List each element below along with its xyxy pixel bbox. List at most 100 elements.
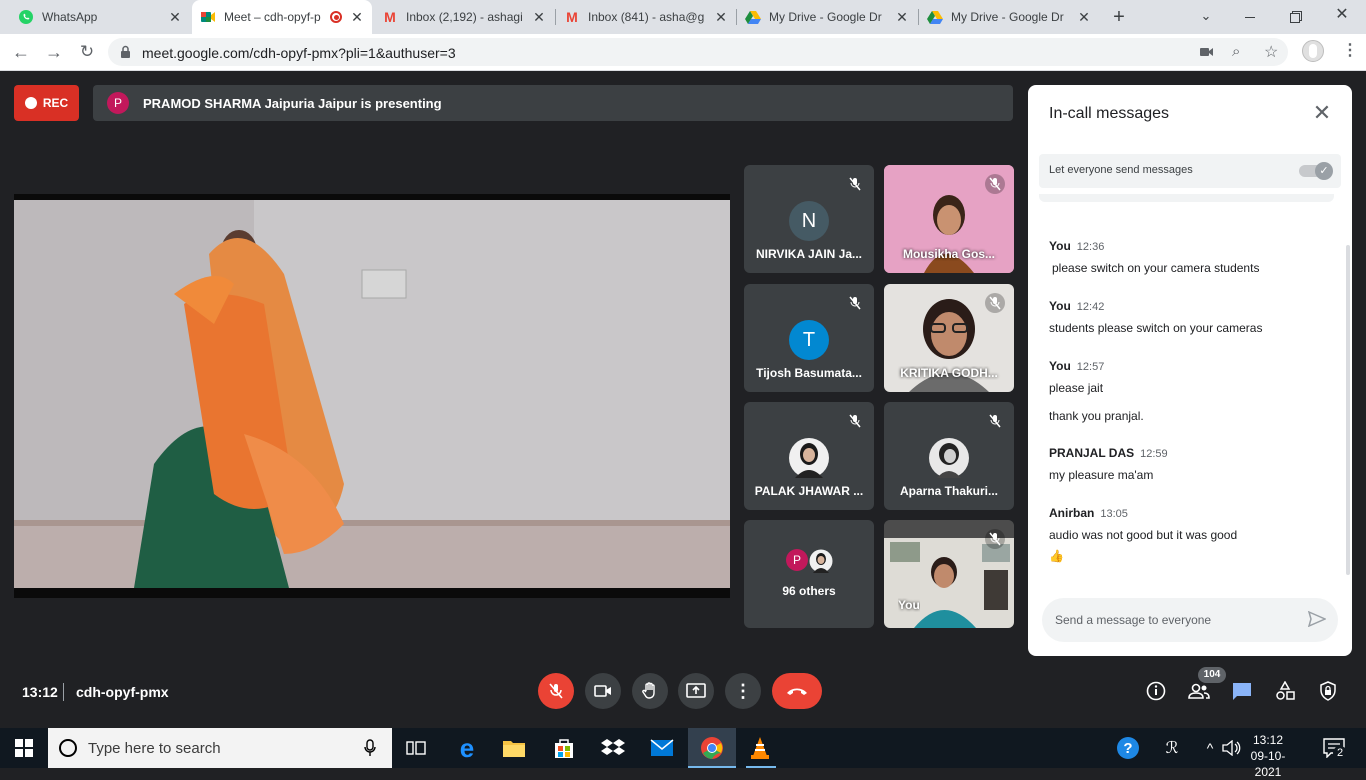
drive-icon [927,9,943,25]
message-text: audio was not good but it was good [1049,528,1238,542]
restore-icon[interactable] [1286,7,1306,27]
check-icon: ✓ [1315,162,1333,180]
tab-drive-2[interactable]: My Drive - Google Dr ✕ [919,0,1099,34]
tab-drive-1[interactable]: My Drive - Google Dr ✕ [737,0,917,34]
participant-tile[interactable]: KRITIKA GODH... [884,284,1014,392]
present-screen-button[interactable] [678,673,714,709]
task-view-icon[interactable] [402,734,430,762]
message-input[interactable]: Send a message to everyone [1042,598,1338,642]
participant-avatar [929,438,969,478]
call-end-icon [787,688,807,695]
more-vert-icon: ⋮ [734,680,752,701]
activities-button[interactable] [1273,679,1297,703]
participant-tile[interactable]: T Tijosh Basumata... [744,284,874,392]
microphone-off-button[interactable] [538,673,574,709]
shapes-icon [1276,681,1295,700]
meeting-code: cdh-opyf-pmx [76,684,169,700]
tab-title: My Drive - Google Dr [951,10,1064,24]
close-tab-icon[interactable]: ✕ [1077,9,1091,26]
recording-badge[interactable]: REC [14,85,79,121]
close-tab-icon[interactable]: ✕ [532,9,546,26]
message-sender: Anirban [1049,506,1095,520]
camera-button[interactable] [585,673,621,709]
zoom-icon[interactable]: ⌕ [1232,43,1240,60]
participant-tile[interactable]: Mousikha Gos... [884,165,1014,273]
menu-kebab-icon[interactable]: ⋮ [1342,42,1358,62]
notification-count-badge: 2 [1333,746,1347,760]
minimize-icon[interactable] [1240,7,1260,27]
info-icon [1146,681,1166,701]
message-text: thank you pranjal. [1049,409,1144,423]
forward-arrow-icon[interactable]: → [44,42,64,62]
tab-title: WhatsApp [42,10,98,24]
message-time: 12:36 [1076,241,1105,253]
chrome-icon[interactable] [698,734,726,762]
more-options-button[interactable]: ⋮ [725,673,761,709]
let-everyone-toggle[interactable]: ✓ [1299,162,1333,180]
browser-tab-strip: WhatsApp ✕ Meet – cdh-opyf-p ✕ M Inbox (… [0,0,1366,34]
svg-text:?: ? [1123,740,1132,757]
address-bar-row: ← → ↻ meet.google.com/cdh-opyf-pmx?pli=1… [0,34,1366,71]
videocam-icon [594,685,611,697]
chat-message: 👍 [1049,543,1329,563]
chat-scrollbar[interactable] [1346,245,1350,575]
volume-icon[interactable] [1218,734,1246,762]
hand-icon [642,682,655,699]
tab-search-icon[interactable]: ⌄ [1196,6,1216,26]
windows-start-icon[interactable] [10,734,38,762]
help-icon[interactable]: ? [1114,734,1142,762]
divider [63,683,64,701]
whatsapp-icon [18,9,34,25]
people-pen-icon[interactable]: ℛ [1158,734,1186,762]
back-arrow-icon[interactable]: ← [11,42,31,62]
vlc-icon[interactable] [746,734,774,762]
camera-in-use-icon[interactable] [1200,45,1214,63]
microphone-icon[interactable] [364,739,376,757]
omnibox[interactable]: meet.google.com/cdh-opyf-pmx?pli=1&authu… [108,38,1288,66]
edge-icon[interactable]: e [453,733,481,763]
file-explorer-icon[interactable] [500,734,528,762]
mic-off-icon [845,293,865,313]
profile-avatar-icon[interactable] [1302,40,1324,62]
microsoft-store-icon[interactable] [550,734,578,762]
close-tab-icon[interactable]: ✕ [168,9,182,26]
raise-hand-button[interactable] [632,673,668,709]
participant-name: PALAK JHAWAR ... [754,484,864,498]
close-icon[interactable]: ✕ [1310,100,1334,125]
taskbar-search-box[interactable]: Type here to search [48,728,392,768]
new-tab-icon[interactable]: + [1108,6,1130,28]
presentation-video[interactable] [14,194,730,598]
presentation-bar: P PRAMOD SHARMA Jaipuria Jaipur is prese… [93,85,1013,121]
close-tab-icon[interactable]: ✕ [714,9,728,26]
mail-icon[interactable] [648,734,676,762]
meeting-time: 13:12 [22,684,58,700]
participant-tile[interactable]: N NIRVIKA JAIN Ja... [744,165,874,273]
rec-label: REC [42,96,69,110]
meeting-details-button[interactable] [1144,679,1168,703]
others-tile[interactable]: P 96 others [744,520,874,628]
mic-off-icon [985,411,1005,431]
participant-tile[interactable]: Aparna Thakuri... [884,402,1014,510]
leave-call-button[interactable] [772,673,822,709]
bookmark-star-icon[interactable]: ☆ [1264,42,1278,62]
chat-button[interactable] [1230,679,1254,703]
tab-whatsapp[interactable]: WhatsApp ✕ [10,0,190,34]
close-tab-icon[interactable]: ✕ [350,9,364,26]
taskbar-clock[interactable]: 13:12 09-10-2021 [1246,732,1290,780]
reload-icon[interactable]: ↻ [77,42,97,62]
host-controls-button[interactable] [1316,679,1340,703]
tab-gmail-2[interactable]: M Inbox (841) - asha@g ✕ [556,0,736,34]
search-placeholder: Type here to search [88,740,221,757]
close-window-icon[interactable]: ✕ [1332,5,1352,25]
dropbox-icon[interactable] [599,734,627,762]
tab-gmail-1[interactable]: M Inbox (2,192) - ashagi ✕ [374,0,554,34]
others-count: 96 others [782,584,836,598]
drive-icon [745,9,761,25]
tab-meet[interactable]: Meet – cdh-opyf-p ✕ [192,0,372,34]
self-tile[interactable]: You [884,520,1014,628]
participant-tile[interactable]: PALAK JHAWAR ... [744,402,874,510]
thumbs-up-icon: 👍 [1049,549,1064,563]
send-icon[interactable] [1307,610,1327,632]
lock-icon[interactable] [120,45,131,64]
close-tab-icon[interactable]: ✕ [895,9,909,26]
